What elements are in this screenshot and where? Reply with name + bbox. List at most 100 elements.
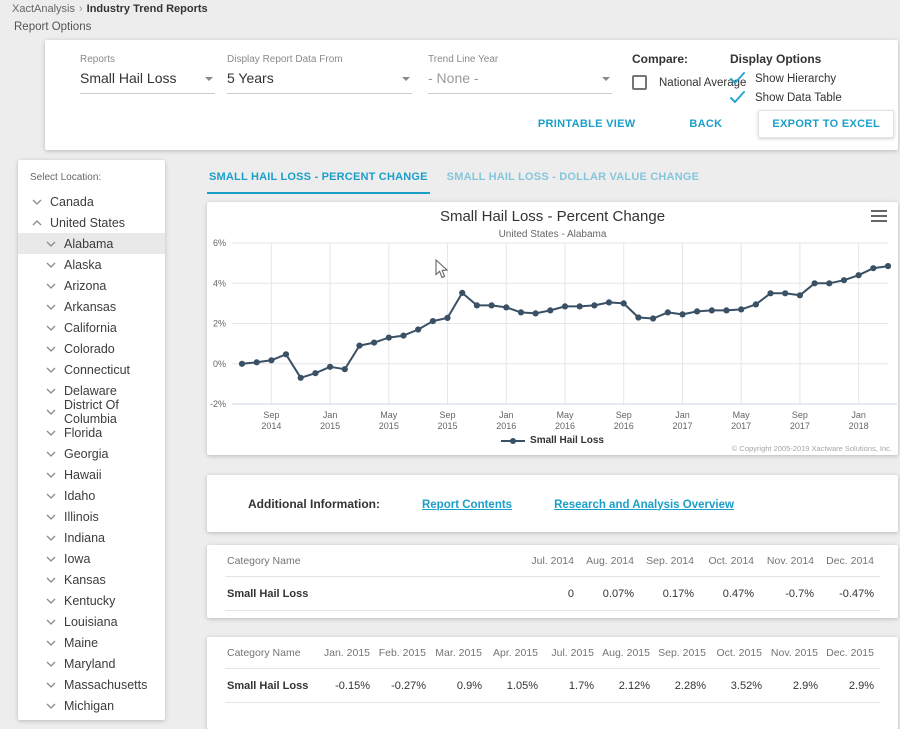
tree-item-label: Hawaii <box>64 467 102 482</box>
sidebar-item-kentucky[interactable]: Kentucky <box>18 590 165 611</box>
chevron-down-icon[interactable] <box>46 472 56 478</box>
column-header: Jul. 2014 <box>520 545 580 577</box>
breadcrumb-current: Industry Trend Reports <box>86 3 208 15</box>
tree-item-label: Illinois <box>64 509 99 524</box>
report-option-field: Display Report Data From 5 Years <box>227 54 412 94</box>
row-value-cell: 0 <box>520 576 580 611</box>
sidebar-item-united-states[interactable]: United States <box>18 212 165 233</box>
chevron-down-icon[interactable] <box>46 493 56 499</box>
chevron-down-icon[interactable] <box>32 199 42 205</box>
sidebar-item-illinois[interactable]: Illinois <box>18 506 165 527</box>
column-header: Nov. 2015 <box>768 637 824 669</box>
sidebar-item-california[interactable]: California <box>18 317 165 338</box>
national-average-checkbox[interactable] <box>632 75 647 90</box>
sidebar-item-connecticut[interactable]: Connecticut <box>18 359 165 380</box>
chart-context-menu-icon[interactable] <box>871 210 887 225</box>
sidebar-item-iowa[interactable]: Iowa <box>18 548 165 569</box>
sidebar-item-massachusetts[interactable]: Massachusetts <box>18 674 165 695</box>
sidebar-item-canada[interactable]: Canada <box>18 191 165 212</box>
chevron-down-icon[interactable] <box>46 577 56 583</box>
sidebar-item-district-of-columbia[interactable]: District Of Columbia <box>18 398 165 426</box>
report-tabs: SMALL HAIL LOSS - PERCENT CHANGE SMALL HA… <box>207 164 716 194</box>
chevron-down-icon[interactable] <box>46 304 56 310</box>
chevron-down-icon[interactable] <box>46 325 56 331</box>
chevron-down-icon[interactable] <box>46 661 56 667</box>
chevron-down-icon[interactable] <box>46 346 56 352</box>
sidebar-item-maryland[interactable]: Maryland <box>18 653 165 674</box>
tree-item-label: Iowa <box>64 551 91 566</box>
chevron-down-icon[interactable] <box>46 535 56 541</box>
chevron-down-icon[interactable] <box>46 283 56 289</box>
chevron-down-icon[interactable] <box>46 619 56 625</box>
sidebar-item-hawaii[interactable]: Hawaii <box>18 464 165 485</box>
chevron-down-icon[interactable] <box>46 262 56 268</box>
tab-1[interactable]: SMALL HAIL LOSS - DOLLAR VALUE CHANGE <box>445 164 701 192</box>
svg-text:2015: 2015 <box>320 421 340 431</box>
printable-view-button[interactable]: PRINTABLE VIEW <box>532 117 642 131</box>
report-options-panel: Reports Small Hail Loss Display Report Dat… <box>45 40 898 150</box>
back-button[interactable]: BACK <box>683 117 728 131</box>
sidebar-item-indiana[interactable]: Indiana <box>18 527 165 548</box>
chevron-down-icon[interactable] <box>46 388 56 394</box>
sidebar-item-kansas[interactable]: Kansas <box>18 569 165 590</box>
chevron-down-icon[interactable] <box>46 640 56 646</box>
svg-text:4%: 4% <box>213 278 226 288</box>
tree-item-label: California <box>64 320 117 335</box>
column-header: Dec. 2014 <box>820 545 880 577</box>
sidebar-item-michigan[interactable]: Michigan <box>18 695 165 716</box>
dropdown-field[interactable]: Small Hail Loss <box>80 70 215 94</box>
chevron-down-icon[interactable] <box>46 367 56 373</box>
sidebar-item-louisiana[interactable]: Louisiana <box>18 611 165 632</box>
chevron-down-icon[interactable] <box>46 598 56 604</box>
display-option-row[interactable]: Show Hierarchy <box>730 72 842 85</box>
column-header: Nov. 2014 <box>760 545 820 577</box>
tree-item-label: United States <box>50 215 126 230</box>
row-value-cell: -0.27% <box>376 668 432 703</box>
sidebar-item-maine[interactable]: Maine <box>18 632 165 653</box>
sidebar-item-alaska[interactable]: Alaska <box>18 254 165 275</box>
sidebar-item-arkansas[interactable]: Arkansas <box>18 296 165 317</box>
sidebar-item-alabama[interactable]: Alabama <box>18 233 165 254</box>
display-option-row[interactable]: Show Data Table <box>730 91 842 104</box>
sidebar-item-arizona[interactable]: Arizona <box>18 275 165 296</box>
column-header: Apr. 2015 <box>488 637 544 669</box>
row-value-cell: 0.17% <box>640 576 700 611</box>
svg-text:2%: 2% <box>213 319 226 329</box>
data-table: Category Name Jan. 2015 Feb. 2015 Mar. 2015… <box>225 637 880 703</box>
column-header: Sep. 2014 <box>640 545 700 577</box>
display-option-label: Show Hierarchy <box>755 72 837 85</box>
svg-text:May: May <box>556 410 574 420</box>
svg-text:Sep: Sep <box>440 410 456 420</box>
chevron-down-icon[interactable] <box>46 430 56 436</box>
additional-info-link-1[interactable]: Research and Analysis Overview <box>554 499 734 511</box>
dropdown-field[interactable]: - None - <box>428 70 612 94</box>
chevron-down-icon[interactable] <box>46 241 56 247</box>
chevron-down-icon[interactable] <box>46 556 56 562</box>
chevron-down-icon[interactable] <box>46 514 56 520</box>
chevron-down-icon[interactable] <box>46 682 56 688</box>
tree-item-label: Maine <box>64 635 99 650</box>
dropdown-field[interactable]: 5 Years <box>227 70 412 94</box>
column-header: Oct. 2015 <box>712 637 768 669</box>
row-value-cell: 2.28% <box>656 668 712 703</box>
tree-item-label: Kentucky <box>64 593 116 608</box>
sidebar-item-colorado[interactable]: Colorado <box>18 338 165 359</box>
svg-text:0%: 0% <box>213 359 226 369</box>
additional-info-link-0[interactable]: Report Contents <box>422 499 512 511</box>
sidebar-item-georgia[interactable]: Georgia <box>18 443 165 464</box>
tree-item-label: Connecticut <box>64 362 131 377</box>
location-tree: Canada United States Alabama Alaska Arizona A… <box>18 191 165 716</box>
chevron-down-icon[interactable] <box>46 703 56 709</box>
tab-0[interactable]: SMALL HAIL LOSS - PERCENT CHANGE <box>207 164 430 194</box>
tree-item-label: Kansas <box>64 572 106 587</box>
chevron-down-icon[interactable] <box>46 451 56 457</box>
sidebar-item-idaho[interactable]: Idaho <box>18 485 165 506</box>
chevron-up-icon[interactable] <box>32 219 42 226</box>
tree-item-label: Canada <box>50 194 94 209</box>
export-to-excel-button[interactable]: EXPORT TO EXCEL <box>758 110 894 138</box>
display-options-heading: Display Options <box>730 52 822 66</box>
breadcrumb-root-link[interactable]: XactAnalysis <box>12 3 75 15</box>
column-header: Oct. 2014 <box>700 545 760 577</box>
chevron-down-icon[interactable] <box>46 409 56 415</box>
column-header: Aug. 2014 <box>580 545 640 577</box>
